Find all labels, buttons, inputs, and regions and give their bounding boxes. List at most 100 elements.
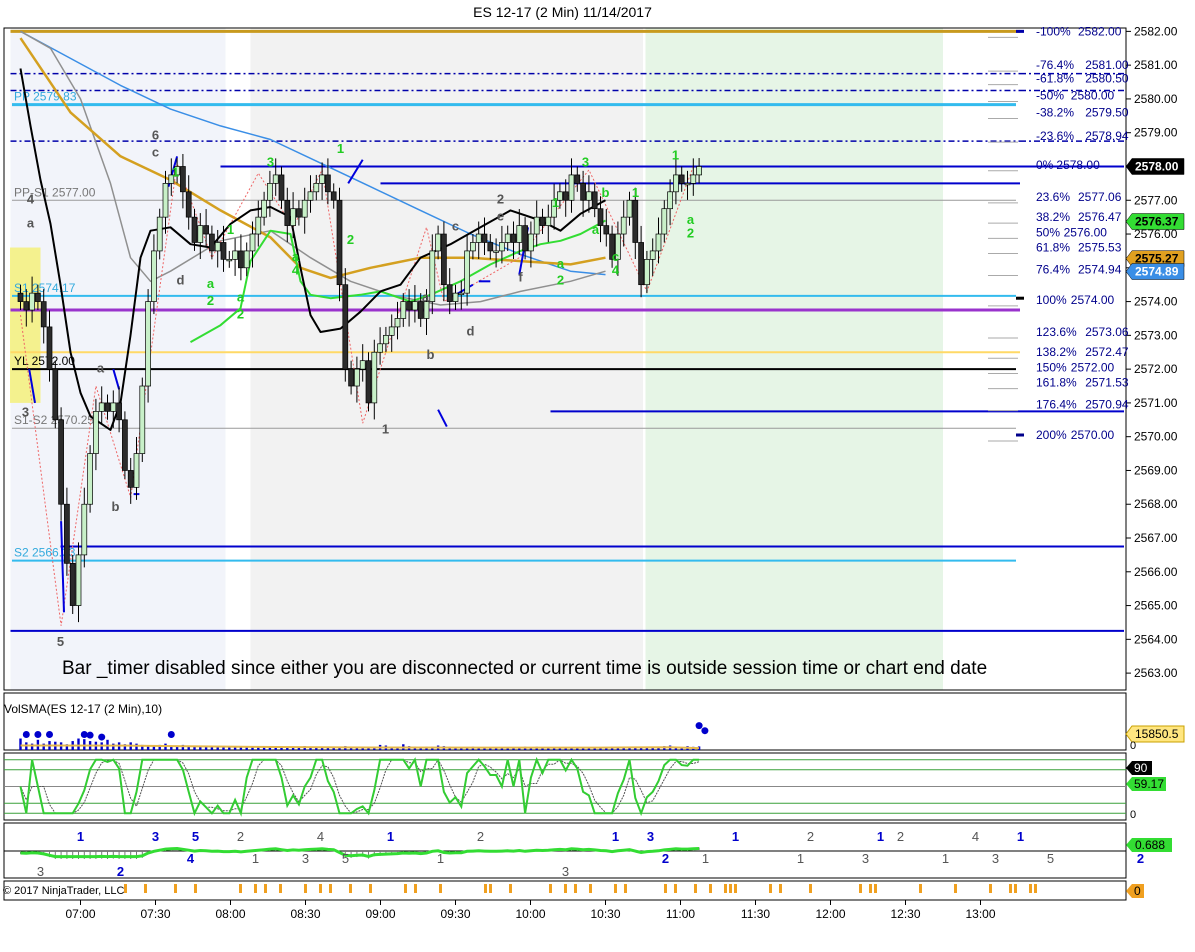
fib-percent-4: -38.2% (1036, 105, 1074, 119)
macd-swing-label: 1 (612, 829, 619, 844)
copyright: © 2017 NinjaTrader, LLC (3, 885, 124, 897)
down-candle (591, 191, 598, 210)
up-candle (673, 174, 679, 193)
time-tick-label: 12:00 (815, 907, 845, 921)
session-marker (734, 884, 737, 893)
swing-label: a (207, 276, 215, 291)
fib-levels: -100% 2582.00 -76.4% 2581.00 -61.8% 2580.50 -5… (988, 24, 1129, 442)
down-candle (510, 233, 517, 243)
chart-canvas[interactable]: 2563.00 2564.00 2565.00 2566.00 2567.00 2568.… (0, 0, 1195, 952)
swing-label: 3 (582, 154, 589, 169)
fib-percent-12: 100% (1036, 293, 1067, 307)
time-tick-label: 08:30 (290, 907, 320, 921)
session-marker (319, 884, 322, 893)
macd-swing-label: 5 (1047, 851, 1054, 866)
down-candle (127, 470, 134, 488)
down-candle (325, 174, 331, 193)
up-candle (226, 259, 233, 262)
volume-bar (175, 746, 179, 750)
up-candle (644, 259, 650, 286)
down-candle (678, 174, 685, 184)
volume-bar (112, 743, 115, 750)
fib-percent-3: -50% (1036, 89, 1064, 103)
volume-bar (233, 747, 237, 750)
swing-label: c (152, 144, 159, 159)
macd-panel: 1 3 5 2 4 1 2 1 3 1 2 1 2 4 13 24 1 3 5 132 1 1 3 1 3 5 20.688 (4, 829, 1172, 879)
macd-swing-label: 2 (477, 829, 484, 844)
time-tick-label: 09:30 (440, 907, 470, 921)
down-candle (69, 562, 76, 606)
pivot-label-0: PP 2579.83 (14, 90, 77, 104)
macd-swing-label: 1 (252, 851, 259, 866)
swing-label: e (497, 209, 504, 224)
down-candle (603, 225, 610, 235)
macd-swing-label: 2 (662, 851, 669, 866)
down-candle (52, 368, 59, 421)
session-marker (729, 884, 732, 893)
fib-value-14: 2572.47 (1085, 345, 1129, 359)
up-candle (87, 453, 93, 505)
macd-swing-label: 1 (1017, 829, 1024, 844)
price-tick-label: 2563.00 (1134, 666, 1178, 680)
candle (122, 411, 128, 479)
price-tick-label: 2577.00 (1134, 193, 1178, 207)
session-marker (329, 884, 332, 893)
up-candle (458, 292, 465, 295)
fib-percent-18: 200% (1036, 428, 1067, 442)
up-candle (696, 166, 702, 176)
stoch-label-0: 0 (1130, 809, 1136, 821)
up-candle (586, 191, 592, 201)
up-candle (133, 453, 140, 488)
macd-swing-label: 4 (317, 829, 324, 844)
swing-label: 2 (557, 273, 564, 288)
up-candle (475, 233, 482, 243)
swing-label: d (467, 323, 475, 338)
session-marker (1029, 884, 1032, 893)
session-shading-1 (250, 28, 643, 690)
up-candle (249, 233, 256, 252)
time-tick-label: 10:00 (515, 907, 545, 921)
swing-label: 4 (612, 263, 620, 278)
fib-percent-17: 176.4% (1036, 398, 1077, 412)
down-candle (522, 225, 528, 252)
down-candle (209, 233, 215, 252)
session-marker (264, 884, 267, 893)
macd-swing-label: 1 (77, 829, 84, 844)
volume-bar (216, 747, 219, 750)
swing-label: b (112, 499, 120, 514)
down-candle (58, 419, 64, 505)
session-marker (589, 884, 592, 893)
session-marker (574, 884, 577, 893)
fib-value-5: 2578.94 (1085, 129, 1129, 143)
down-candle (481, 233, 488, 243)
session-marker (174, 884, 177, 893)
up-candle (214, 242, 221, 252)
price-tick-label: 2579.00 (1134, 126, 1178, 140)
macd-swing-label: 3 (992, 851, 999, 866)
up-candle (377, 343, 383, 353)
volume-axis-zero: 0 (1130, 740, 1136, 752)
session-marker (874, 884, 877, 893)
candle (336, 187, 343, 302)
session-marker (664, 884, 667, 893)
swing-label: 5 (57, 634, 64, 649)
down-candle (284, 199, 291, 226)
swing-label: 1 (552, 195, 559, 210)
fib-percent-0: -100% (1036, 24, 1071, 38)
marker-value: 0 (1134, 884, 1141, 898)
fib-value-11: 2574.94 (1078, 262, 1122, 276)
fib-value-9: 2576.00 (1064, 225, 1108, 239)
stoch-label-90: 90 (1134, 761, 1148, 775)
session-marker (349, 884, 352, 893)
up-candle (354, 368, 360, 387)
up-candle (412, 301, 418, 311)
session-marker (509, 884, 512, 893)
session-marker (674, 884, 677, 893)
price-tick-label: 2568.00 (1134, 497, 1178, 511)
down-candle (446, 284, 453, 302)
up-candle (649, 250, 656, 260)
swing-label: a (97, 361, 105, 376)
up-candle (545, 216, 552, 226)
fib-percent-6: 0% (1036, 158, 1054, 172)
session-marker (549, 884, 552, 893)
